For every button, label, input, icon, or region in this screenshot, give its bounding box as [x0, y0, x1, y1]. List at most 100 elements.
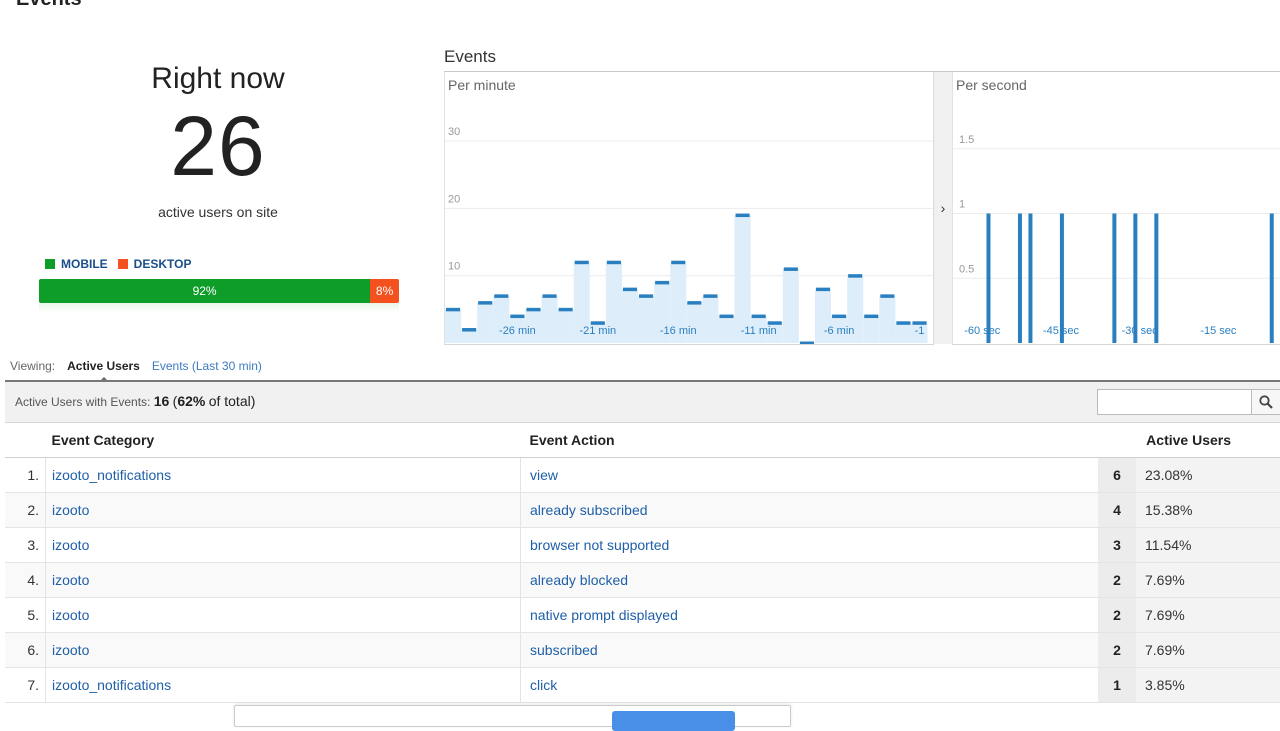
events-table: Event Category Event Action Active Users… [5, 423, 1280, 703]
table-row: 6. izooto subscribed 2 7.69% [5, 632, 1280, 668]
per-minute-chart: Per minute 10 20 30 -26 min -21 min -16 min -1… [444, 72, 934, 345]
row-index: 1. [5, 457, 46, 493]
per-minute-bar-cap [526, 307, 541, 312]
event-action-link[interactable]: already blocked [530, 572, 628, 588]
active-users-value: 3 [1098, 527, 1136, 563]
viewing-tabs: Viewing: Active Users Events (Last 30 mi… [10, 359, 262, 382]
event-category-cell: izooto [45, 597, 521, 633]
event-category-link[interactable]: izooto [52, 502, 89, 518]
per-minute-bar [782, 268, 799, 343]
event-category-cell: izooto_notifications [45, 457, 521, 493]
summary-text: Active Users with Events: 16 (62% of tot… [15, 393, 255, 409]
per-minute-bar-cap [751, 314, 766, 319]
per-minute-bar [638, 295, 655, 343]
search-button[interactable] [1251, 389, 1280, 415]
event-category-link[interactable]: izooto [52, 607, 89, 623]
event-action-link[interactable]: click [530, 677, 557, 693]
per-second-y-tick-label: 1.5 [959, 134, 974, 146]
per-minute-bar-cap [622, 287, 638, 292]
event-action-link[interactable]: view [530, 467, 558, 483]
per-minute-bar-cap [655, 280, 670, 285]
per-second-y-tick-label: 1 [959, 199, 965, 211]
desktop-share-segment: 8% [370, 279, 399, 303]
per-minute-x-tick-label: -21 min [579, 325, 616, 337]
row-index: 6. [5, 632, 46, 668]
per-minute-bar [541, 295, 558, 343]
event-action-cell: native prompt displayed [520, 597, 1098, 633]
per-minute-bar-cap [832, 314, 847, 319]
active-users-value: 4 [1098, 492, 1136, 528]
event-action-link[interactable]: already subscribed [530, 502, 648, 518]
event-action-link[interactable]: subscribed [530, 642, 598, 658]
header-active-users[interactable]: Active Users [1098, 423, 1280, 458]
device-bar-shadow [39, 303, 399, 313]
summary-pct: 62% [177, 393, 206, 409]
viewing-label: Viewing: [10, 359, 56, 373]
per-minute-x-tick-label: -26 min [499, 325, 536, 337]
per-minute-y-tick-label: 10 [448, 261, 460, 273]
header-event-action[interactable]: Event Action [520, 423, 1098, 458]
per-second-bar [1017, 213, 1022, 343]
dialog-primary-button[interactable] [612, 711, 735, 731]
per-second-x-tick-label: -60 sec [964, 325, 1001, 337]
event-category-link[interactable]: izooto_notifications [52, 677, 171, 693]
event-category-link[interactable]: izooto_notifications [52, 467, 171, 483]
table-row: 3. izooto browser not supported 3 11.54% [5, 527, 1280, 563]
tab-events-last-30[interactable]: Events (Last 30 min) [152, 359, 262, 373]
table-row: 2. izooto already subscribed 4 15.38% [5, 492, 1280, 528]
event-category-link[interactable]: izooto [52, 537, 89, 553]
active-users-percent: 7.69% [1136, 632, 1280, 668]
search-icon [1259, 395, 1273, 409]
per-minute-label: Per minute [448, 77, 516, 93]
row-index: 4. [5, 562, 46, 598]
per-minute-bar-cap [687, 301, 702, 305]
summary-count: 16 [153, 393, 170, 409]
per-minute-bar [621, 289, 639, 343]
per-minute-bar-cap [574, 260, 589, 265]
event-action-cell: click [520, 667, 1098, 703]
legend-desktop-swatch [117, 259, 128, 269]
event-category-link[interactable]: izooto [52, 572, 89, 588]
right-now-title: Right now [151, 62, 285, 95]
per-minute-x-tick-label: -16 min [660, 325, 697, 337]
event-action-cell: already blocked [520, 562, 1098, 598]
per-minute-bar-cap [478, 301, 493, 305]
active-users-percent: 7.69% [1136, 597, 1280, 633]
page-title: Events [16, 0, 82, 11]
per-second-bar [1154, 213, 1159, 343]
active-users-percent: 7.69% [1136, 562, 1280, 598]
event-action-link[interactable]: native prompt displayed [530, 607, 678, 623]
event-action-link[interactable]: browser not supported [530, 537, 669, 553]
legend-desktop-label: DESKTOP [133, 257, 192, 271]
per-minute-bar-cap [462, 328, 477, 332]
per-minute-y-tick-label: 30 [448, 126, 460, 138]
per-minute-x-tick-label: -11 min [741, 325, 777, 337]
per-minute-bar-cap [864, 314, 879, 319]
per-minute-bar [477, 302, 494, 343]
per-minute-bar [718, 316, 735, 343]
per-second-x-tick-label: -15 sec [1200, 325, 1237, 337]
per-minute-x-tick-label: -6 min [824, 325, 855, 337]
chevron-right-icon: › [940, 200, 946, 216]
per-second-x-tick-label: -30 sec [1122, 325, 1159, 337]
per-minute-bar-cap [815, 287, 831, 292]
per-minute-bar-cap [558, 307, 573, 312]
expand-chart-button[interactable]: › [933, 72, 953, 344]
active-users-value: 2 [1098, 632, 1136, 668]
event-action-cell: already subscribed [520, 492, 1098, 528]
summary-bar: Active Users with Events: 16 (62% of tot… [5, 382, 1280, 423]
per-minute-x-tick-label: -1 [915, 325, 925, 337]
search-input[interactable] [1097, 389, 1255, 415]
summary-label: Active Users with Events: [15, 395, 151, 409]
event-action-cell: view [520, 457, 1098, 493]
event-action-cell: subscribed [520, 632, 1098, 668]
active-users-percent: 3.85% [1136, 667, 1280, 703]
header-event-category[interactable]: Event Category [45, 423, 521, 458]
event-category-link[interactable]: izooto [52, 642, 89, 658]
event-category-cell: izooto_notifications [45, 667, 521, 703]
tab-active-users[interactable]: Active Users [67, 359, 140, 382]
per-second-bar [1269, 213, 1274, 343]
legend-mobile-label: MOBILE [61, 257, 108, 271]
per-minute-bar-cap [671, 260, 686, 265]
event-category-cell: izooto [45, 492, 521, 528]
